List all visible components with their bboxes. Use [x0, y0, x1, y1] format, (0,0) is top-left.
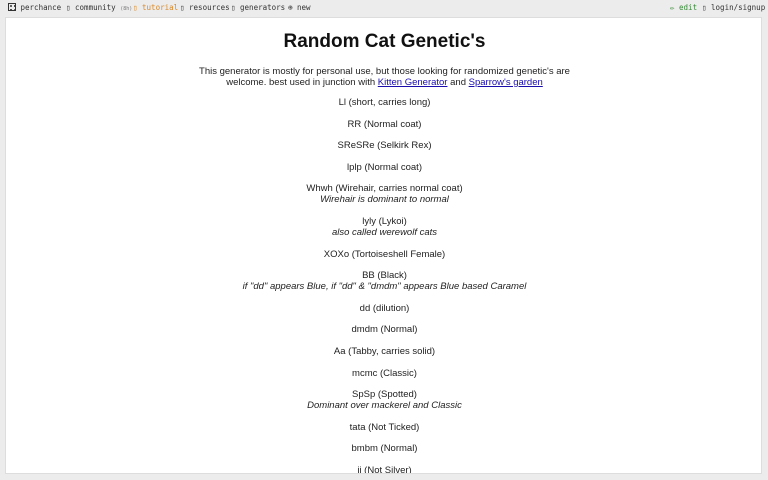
gene-text: mcmc (Classic): [352, 367, 417, 379]
pencil-icon: ✏: [670, 3, 675, 12]
gene-text: tata (Not Ticked): [349, 421, 420, 433]
gene-entry: dd (dilution): [6, 302, 761, 314]
gene-entry: BB (Black) if "dd" appears Blue, if "dd" …: [6, 270, 761, 293]
plus-icon: ⊕: [288, 3, 293, 12]
gene-text: SReSRe (Selkirk Rex): [337, 140, 432, 152]
resources-icon: ▯: [180, 3, 185, 12]
dice-icon: [8, 3, 16, 11]
gene-entry: Ll (short, carries long): [6, 97, 761, 108]
gene-text: RR (Normal coat): [347, 118, 422, 130]
gene-note: also called werewolf cats: [331, 227, 438, 238]
gene-text: ii (Not Silver): [357, 465, 412, 474]
page-title: Random Cat Genetic's: [283, 31, 486, 52]
community-label: community: [75, 3, 116, 12]
gene-entry: dmdm (Normal): [6, 324, 761, 336]
gene-text: Aa (Tabby, carries solid): [333, 346, 436, 357]
resources-label: resources: [189, 3, 230, 12]
generators-label: generators: [240, 3, 286, 12]
gene-entry: tata (Not Ticked): [6, 421, 761, 433]
generators-icon: ▯: [231, 3, 236, 12]
new-label: new: [297, 3, 311, 12]
gene-note: Wirehair is dominant to normal: [320, 194, 449, 206]
intro-and: and: [450, 77, 466, 88]
book-icon: ▯: [133, 3, 138, 12]
gene-note: if "dd" appears Blue, if "dd" & "dmdm" a…: [242, 281, 527, 293]
gene-text: Whwh (Wirehair, carries normal coat): [306, 183, 463, 195]
user-icon: ▯: [702, 3, 707, 12]
intro-text: This generator is mostly for personal us…: [6, 66, 761, 88]
kitten-generator-link[interactable]: Kitten Generator: [378, 77, 448, 88]
gene-entry: bmbm (Normal): [6, 443, 761, 455]
gene-text: dmdm (Normal): [351, 324, 418, 336]
gene-entry: mcmc (Classic): [6, 367, 761, 379]
gene-text: dd (dilution): [359, 302, 410, 314]
gene-text: Ll (short, carries long): [338, 97, 431, 108]
site-link[interactable]: perchance: [8, 3, 61, 12]
gene-note: Dominant over mackerel and Classic: [307, 400, 462, 412]
generators-link[interactable]: ▯ generators: [231, 3, 285, 12]
site-name: perchance: [20, 3, 62, 12]
community-link[interactable]: ▯ community (8h): [66, 3, 132, 12]
edit-label: edit: [679, 3, 698, 12]
resources-link[interactable]: ▯ resources: [180, 3, 230, 12]
gene-entry: Aa (Tabby, carries solid): [6, 346, 761, 357]
gene-text: XOXo (Tortoiseshell Female): [323, 248, 446, 260]
gene-text: SpSp (Spotted): [352, 389, 417, 401]
community-count: (8h): [120, 6, 133, 12]
gene-entry: SReSRe (Selkirk Rex): [6, 140, 761, 152]
gene-text: lplp (Normal coat): [347, 161, 422, 173]
login-link[interactable]: ▯ login/signup: [702, 3, 765, 12]
gene-text: bmbm (Normal): [351, 443, 418, 455]
intro-line-2: welcome. best used in junction with: [226, 77, 376, 88]
gene-entry: ii (Not Silver): [6, 465, 761, 474]
tutorial-link[interactable]: ▯ tutorial: [133, 3, 178, 12]
sparrows-garden-link[interactable]: Sparrow's garden: [469, 77, 543, 88]
gene-text: BB (Black): [362, 270, 407, 282]
login-label: login/signup: [711, 3, 766, 12]
top-nav-bar: perchance ▯ community (8h) ▯ tutorial ▯ …: [0, 0, 768, 16]
gene-text: lyly (Lykoi): [362, 216, 407, 227]
generator-output-panel: Random Cat Genetic's This generator is m…: [5, 17, 762, 474]
people-icon: ▯: [66, 3, 71, 12]
gene-entry: Whwh (Wirehair, carries normal coat) Wire…: [6, 183, 761, 206]
gene-entry: XOXo (Tortoiseshell Female): [6, 248, 761, 260]
new-link[interactable]: ⊕ new: [288, 3, 311, 12]
gene-entry: lplp (Normal coat): [6, 161, 761, 173]
gene-entry: SpSp (Spotted) Dominant over mackerel and…: [6, 389, 761, 412]
gene-entry: lyly (Lykoi) also called werewolf cats: [6, 216, 761, 238]
intro-line-1: This generator is mostly for personal us…: [199, 66, 570, 77]
tutorial-label: tutorial: [142, 3, 179, 12]
edit-link[interactable]: ✏ edit: [670, 3, 697, 12]
gene-entry: RR (Normal coat): [6, 118, 761, 130]
